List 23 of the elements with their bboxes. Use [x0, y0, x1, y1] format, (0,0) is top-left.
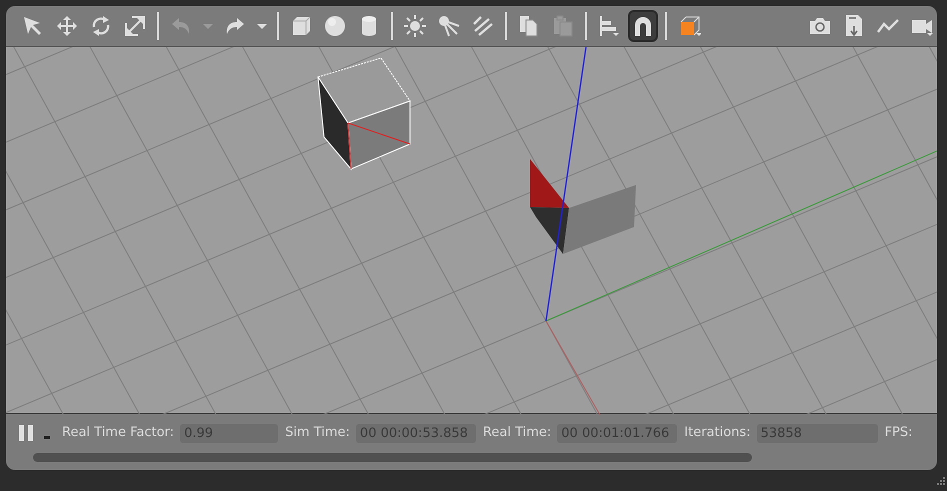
model-shape[interactable] [530, 159, 636, 254]
pause-button[interactable] [16, 422, 36, 444]
sun-icon [403, 14, 427, 38]
align-bars-icon [597, 14, 621, 38]
slanted-lines-icon [471, 14, 495, 38]
paste-icon [551, 14, 575, 38]
stat-label: Real Time Factor: [62, 424, 174, 442]
stat-label: FPS: [884, 424, 913, 442]
scale-arrows-icon [123, 14, 147, 38]
sphere-icon [323, 14, 347, 38]
step-icon [44, 436, 50, 440]
selected-cube[interactable] [317, 57, 411, 170]
caret-icon [203, 24, 213, 28]
magnet-button[interactable] [628, 10, 658, 42]
pause-icon [18, 424, 34, 442]
resize-grip-icon[interactable] [935, 477, 945, 487]
stat-label: Real Time: [482, 424, 552, 442]
caret-icon [257, 24, 267, 28]
horizontal-scrollbar[interactable] [33, 453, 752, 462]
spotlight-icon [437, 14, 461, 38]
stat-label: Sim Time: [285, 424, 350, 442]
stat-label: Iterations: [684, 424, 751, 442]
move-arrows-icon [55, 14, 79, 38]
